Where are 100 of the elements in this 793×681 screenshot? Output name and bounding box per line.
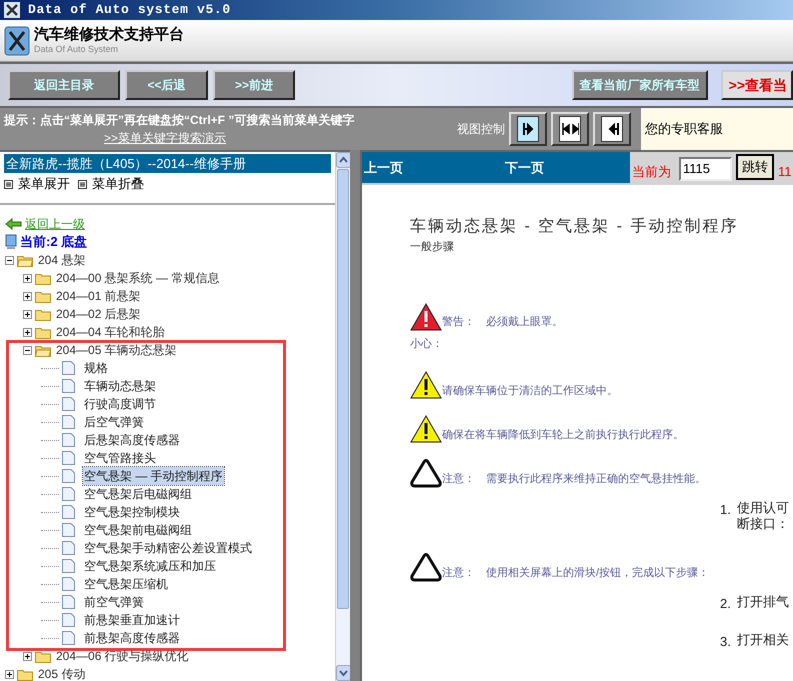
toolbar-button[interactable]: <<后退 [125, 70, 208, 100]
page-label[interactable]: 车辆动态悬架 [83, 377, 157, 395]
toolbar-button[interactable]: 返回主目录 [8, 70, 120, 100]
scrollbar[interactable] [335, 152, 350, 681]
note-text: 注意： 使用相关屏幕上的滑块/按钮，完成以下步骤： [442, 566, 710, 580]
document-icon [62, 595, 75, 609]
view-button[interactable] [551, 112, 589, 146]
document-title: 车辆动态悬架 - 空气悬架 - 手动控制程序 [410, 216, 740, 237]
folder-label[interactable]: 204—04 车轮和轮胎 [56, 323, 165, 341]
folder-icon [35, 650, 51, 662]
view-button[interactable] [509, 112, 547, 146]
folder-icon [35, 290, 51, 302]
document-icon [62, 361, 75, 375]
folder-icon [35, 308, 51, 320]
jump-button[interactable]: 跳转 [736, 154, 774, 180]
app-title: 汽车维修技术支持平台 [34, 26, 184, 44]
folder-icon [35, 272, 51, 284]
folder-label[interactable]: 204—01 前悬架 [56, 287, 141, 305]
step-number: 3. [720, 632, 731, 650]
page-label[interactable]: 空气悬架手动精密公差设置模式 [83, 539, 253, 557]
document-icon [62, 415, 75, 429]
page-label[interactable]: 后空气弹簧 [83, 413, 145, 431]
scroll-down-icon [336, 665, 350, 681]
view-button[interactable] [593, 112, 631, 146]
page-label[interactable]: 空气悬架系统减压和加压 [83, 557, 217, 575]
folder-label[interactable]: 204—00 悬架系统 — 常规信息 [56, 269, 220, 287]
scroll-thumb[interactable] [337, 169, 349, 609]
step-text: 使用认可 [736, 500, 789, 516]
folder-label[interactable]: 205 传动 [38, 665, 86, 681]
open-folder-icon [35, 344, 51, 356]
step-number: 1. [720, 501, 731, 519]
page-label[interactable]: 后悬架高度传感器 [83, 431, 181, 449]
app-subtitle: Data Of Auto System [34, 44, 120, 56]
warning-text: 警告： 必须戴上眼罩。 [442, 314, 563, 330]
page-number-field[interactable]: 1115 [679, 156, 732, 180]
page-label[interactable]: 空气管路接头 [83, 449, 157, 467]
page-label[interactable]: 前悬架高度传感器 [83, 629, 181, 647]
document-icon [62, 487, 75, 501]
folder-label[interactable]: 204—05 车辆动态悬架 [56, 341, 177, 359]
toolbar-button[interactable]: >>前进 [213, 70, 295, 100]
document-icon [62, 433, 75, 447]
step-text: 断接口： [736, 516, 789, 532]
warning-icon [410, 302, 442, 332]
document-icon [62, 379, 75, 393]
step-text: 打开排气 [736, 594, 789, 610]
document-icon [62, 505, 75, 519]
previous-page-link[interactable]: 上一页 [364, 158, 403, 178]
note-text: 确保在将车辆降低到车轮上之前执行执行此程序。 [442, 428, 684, 442]
computer-icon [5, 234, 17, 250]
document-icon [62, 469, 75, 483]
list-icon [4, 180, 13, 188]
next-page-link[interactable]: 下一页 [505, 158, 544, 178]
page-label[interactable]: 行驶高度调节 [83, 395, 157, 413]
service-label: 您的专职客服 [645, 120, 723, 138]
toolbar-button[interactable]: 查看当前厂家所有车型 [572, 70, 708, 100]
page-label[interactable]: 空气悬架前电磁阀组 [83, 521, 193, 539]
back-arrow-icon [5, 218, 22, 230]
step-text: 打开相关 [736, 632, 789, 648]
manual-title: 全新路虎--揽胜（L405）--2014--维修手册 [4, 154, 331, 173]
menu-action-button[interactable]: 菜单展开 [4, 174, 70, 194]
page-label[interactable]: 规格 [83, 359, 109, 377]
toolbar-button[interactable]: >>查看当 [720, 70, 793, 100]
page-label[interactable]: 空气悬架后电磁阀组 [83, 485, 193, 503]
document-icon [62, 613, 75, 627]
window-title: Data of Auto system v5.0 [28, 1, 231, 20]
scroll-up-icon [336, 152, 350, 168]
page-label[interactable]: 前悬架垂直加速计 [83, 611, 181, 629]
document-icon [62, 577, 75, 591]
page-label[interactable]: 前空气弹簧 [83, 593, 145, 611]
folder-label[interactable]: 204—02 后悬架 [56, 305, 141, 323]
folder-icon [17, 668, 33, 680]
document-icon [62, 559, 75, 573]
page-label[interactable]: 空气悬架控制模块 [83, 503, 181, 521]
document-icon [62, 451, 75, 465]
document-icon [62, 523, 75, 537]
open-folder-icon [17, 254, 33, 266]
view-control-label: 视图控制 [457, 121, 505, 138]
document-icon [62, 631, 75, 645]
folder-icon [35, 326, 51, 338]
list-icon [78, 180, 87, 188]
folder-label[interactable]: 204—06 行驶与操纵优化 [56, 647, 189, 665]
caution-heading: 小心： [410, 336, 444, 352]
note-text: 注意： 需要执行此程序来维持正确的空气悬挂性能。 [442, 472, 706, 486]
hint-text: 提示：点击“菜单展开”再在键盘按“Ctrl+F ”可搜索当前菜单关键字 [4, 112, 356, 129]
note-text: 请确保车辆位于清洁的工作区域中。 [442, 384, 618, 398]
caution-icon [410, 370, 442, 400]
folder-label[interactable]: 204 悬架 [38, 251, 86, 269]
step-number: 2. [720, 595, 731, 613]
back-link[interactable]: 返回上一级 [25, 215, 85, 233]
document-subtitle: 一般步骤 [410, 240, 455, 255]
current-page-label: 当前为 [632, 162, 671, 181]
notice-triangle-icon [410, 458, 442, 488]
total-pages-label: 11 [778, 162, 792, 181]
caution-icon [410, 414, 442, 444]
current-location: 当前:2 底盘 [20, 233, 88, 252]
menu-action-button[interactable]: 菜单折叠 [78, 174, 144, 194]
notice-triangle-icon [410, 552, 442, 582]
page-label[interactable]: 空气悬架压缩机 [83, 575, 169, 593]
page-label[interactable]: 空气悬架 — 手动控制程序 [83, 467, 224, 485]
document-icon [62, 541, 75, 555]
